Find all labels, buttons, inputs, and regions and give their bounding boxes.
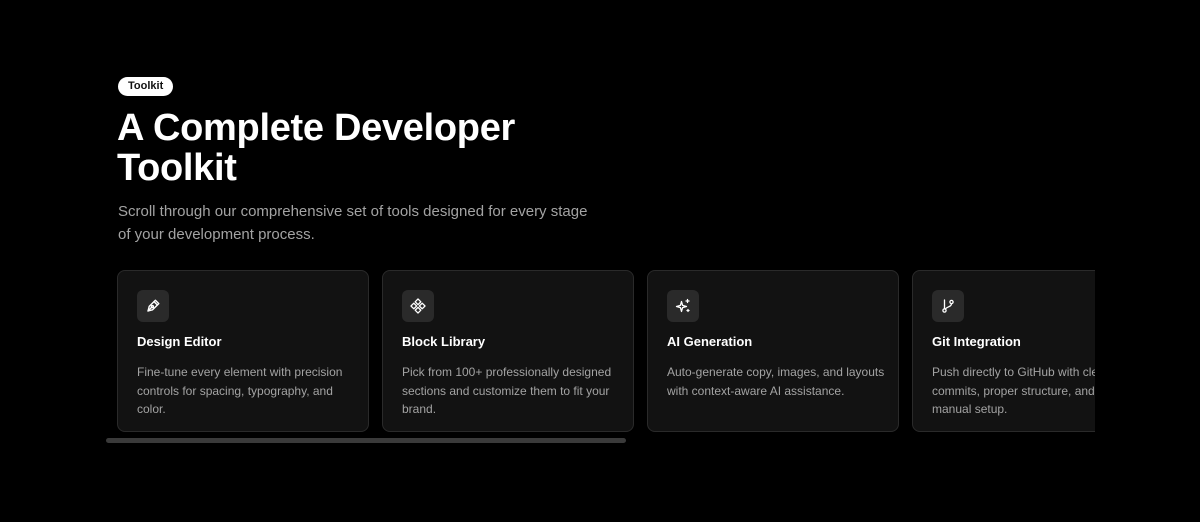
card-description: Auto-generate copy, images, and layouts …	[667, 365, 885, 398]
section-title-line-2: Toolkit	[117, 147, 237, 189]
card-title: Git Integration	[932, 334, 1021, 349]
section-subtitle: Scroll through our comprehensive set of …	[118, 203, 588, 243]
section-badge: Toolkit	[118, 77, 174, 96]
section-title-line-1: A Complete Developer	[117, 107, 516, 149]
card-title: Block Library	[402, 334, 486, 349]
tool-card-design-editor[interactable]: Design Editor Fine-tune every element wi…	[117, 270, 369, 432]
sparkles-icon	[667, 290, 699, 322]
tool-card-block-library[interactable]: Block Library Pick from 100+ professiona…	[382, 270, 634, 432]
card-title: AI Generation	[667, 334, 753, 349]
card-track: Design Editor Fine-tune every element wi…	[117, 270, 1095, 432]
blocks-icon	[402, 290, 434, 322]
git-branch-icon	[932, 290, 964, 322]
card-description: Pick from 100+ professionally designed s…	[402, 365, 612, 416]
section-title: A Complete Developer Toolkit	[117, 108, 637, 188]
tool-card-ai-generation[interactable]: AI Generation Auto-generate copy, images…	[647, 270, 899, 432]
card-description: Push directly to GitHub with clean commi…	[932, 365, 1095, 416]
toolkit-section: Toolkit A Complete Developer Toolkit Scr…	[0, 0, 1200, 522]
card-description: Fine-tune every element with precision c…	[137, 365, 343, 416]
card-carousel[interactable]: Design Editor Fine-tune every element wi…	[106, 270, 1095, 434]
carousel-scrollbar[interactable]	[106, 438, 626, 443]
card-title: Design Editor	[137, 334, 222, 349]
tool-card-git-integration[interactable]: Git Integration Push directly to GitHub …	[912, 270, 1095, 432]
pen-tool-icon	[137, 290, 169, 322]
